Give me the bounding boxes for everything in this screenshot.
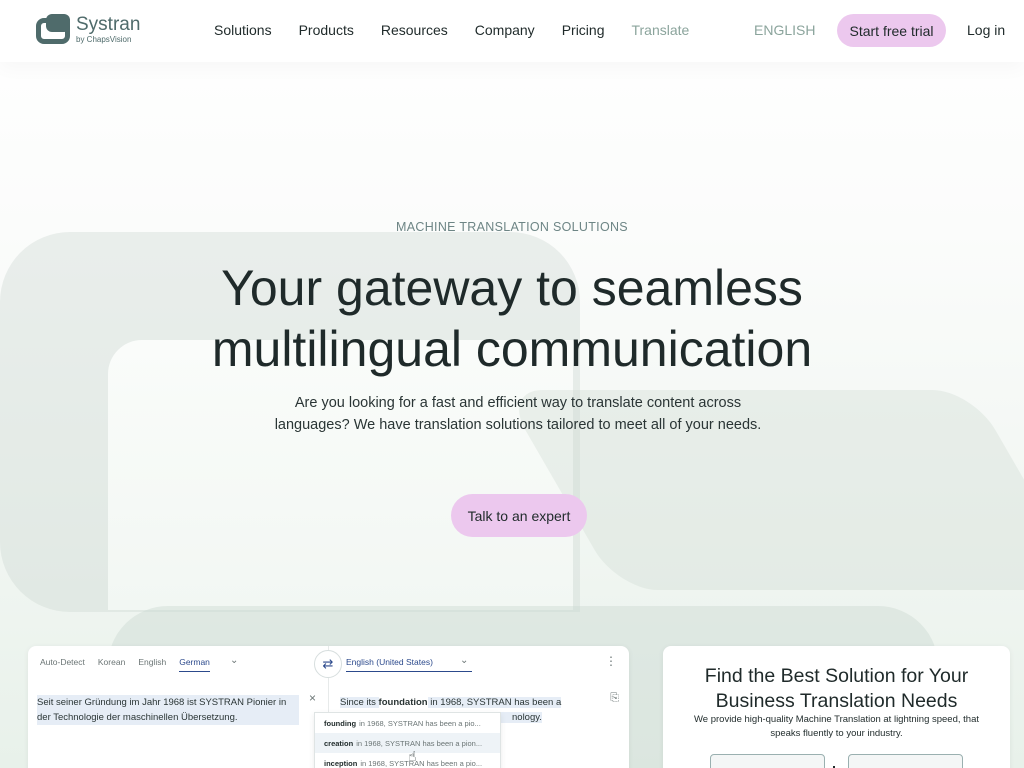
login-link[interactable]: Log in xyxy=(967,22,1005,38)
headline-line-1: Your gateway to seamless xyxy=(221,260,803,316)
systran-logo[interactable]: Systran by ChapsVision xyxy=(36,14,140,44)
card-option-button[interactable] xyxy=(710,754,825,768)
suggestion-item[interactable]: founding in 1968, SYSTRAN has been a pio.… xyxy=(315,713,500,733)
source-text[interactable]: Seit seiner Gründung im Jahr 1968 ist SY… xyxy=(37,695,299,725)
card-subtitle: We provide high-quality Machine Translat… xyxy=(694,714,979,739)
tab-korean[interactable]: Korean xyxy=(98,657,125,672)
swap-languages-icon[interactable]: ⇄ xyxy=(314,650,342,678)
nav-translate[interactable]: Translate xyxy=(631,22,689,38)
target-language-tab[interactable]: English (United States) xyxy=(346,657,472,672)
source-language-tabs: Auto-Detect Korean English German xyxy=(40,657,223,672)
talk-to-expert-button[interactable]: Talk to an expert xyxy=(451,494,587,537)
hero-subtext: Are you looking for a fast and efficient… xyxy=(274,395,762,433)
nav-pricing[interactable]: Pricing xyxy=(562,22,605,38)
translator-demo: Auto-Detect Korean English German ⌄ ⇄ En… xyxy=(28,646,629,768)
language-selector[interactable]: ENGLISH xyxy=(754,22,815,38)
start-free-trial-button[interactable]: Start free trial xyxy=(837,14,946,47)
nav-resources[interactable]: Resources xyxy=(381,22,448,38)
brand-subtitle: by ChapsVision xyxy=(76,34,132,44)
solution-card: Find the Best Solution for Your Business… xyxy=(663,646,1010,768)
tab-english[interactable]: English xyxy=(138,657,166,672)
hand-cursor-icon: ☝ xyxy=(408,748,417,764)
main-nav: Solutions Products Resources Company Pri… xyxy=(214,22,716,38)
clear-icon[interactable]: × xyxy=(309,691,316,705)
tab-auto-detect[interactable]: Auto-Detect xyxy=(40,657,85,672)
hero-headline: Your gateway to seamless multilingual co… xyxy=(112,258,912,380)
card-option-button[interactable] xyxy=(848,754,963,768)
site-header: Systran by ChapsVision Solutions Product… xyxy=(0,0,1024,62)
background-shape-inner xyxy=(108,340,573,610)
nav-products[interactable]: Products xyxy=(299,22,354,38)
more-options-icon[interactable]: ⋮ xyxy=(605,654,617,668)
logo-icon xyxy=(36,14,70,44)
card-title: Find the Best Solution for Your Business… xyxy=(704,665,969,712)
chevron-down-icon[interactable]: ⌄ xyxy=(230,655,238,666)
brand-name: Systran xyxy=(76,13,141,35)
copy-icon[interactable]: ⎘ xyxy=(610,692,619,705)
headline-line-2: multilingual communication xyxy=(211,321,813,377)
hero-eyebrow: MACHINE TRANSLATION SOLUTIONS xyxy=(396,220,628,234)
tab-german[interactable]: German xyxy=(179,657,210,672)
chevron-down-icon[interactable]: ⌄ xyxy=(460,655,468,666)
nav-company[interactable]: Company xyxy=(475,22,535,38)
highlighted-word[interactable]: foundation xyxy=(379,697,428,708)
nav-solutions[interactable]: Solutions xyxy=(214,22,272,38)
